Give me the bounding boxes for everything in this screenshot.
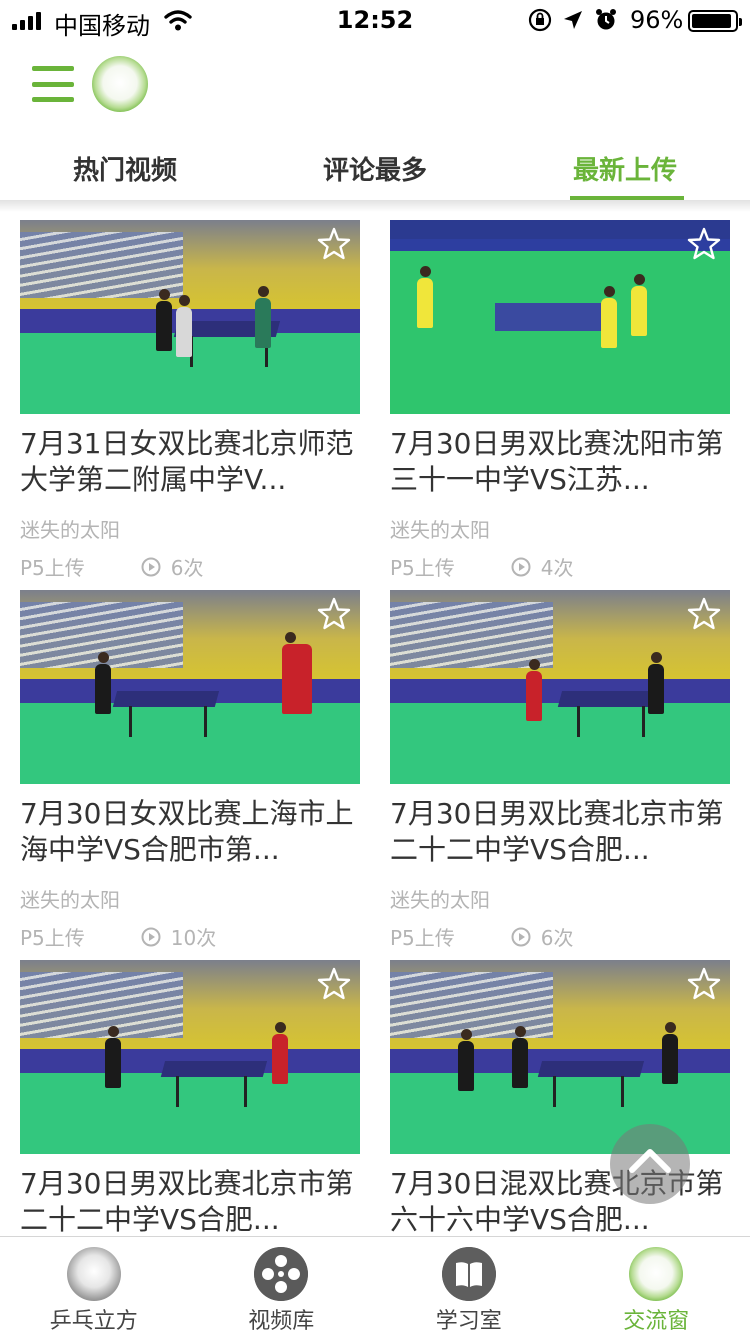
video-author: 迷失的太阳 — [20, 518, 120, 542]
favorite-star-icon[interactable] — [316, 226, 352, 262]
tab-hot-videos[interactable]: 热门视频 — [0, 130, 250, 200]
pingpong-ball-icon — [66, 1247, 121, 1301]
favorite-star-icon[interactable] — [316, 966, 352, 1002]
category-tabs: 热门视频 评论最多 最新上传 — [0, 130, 750, 200]
green-ring-icon — [629, 1247, 684, 1301]
favorite-star-icon[interactable] — [316, 596, 352, 632]
scroll-to-top-button[interactable] — [610, 1124, 690, 1204]
battery-icon — [688, 10, 742, 32]
tab-most-comments[interactable]: 评论最多 — [250, 130, 500, 200]
view-count: 4次 — [540, 556, 574, 580]
logo-icon — [92, 56, 148, 112]
book-icon — [441, 1247, 496, 1301]
bottom-tab-bar: 乒乓立方 视频库 学习室 交流窗 — [0, 1236, 750, 1334]
status-bar: 中国移动 12:52 96% — [0, 0, 750, 40]
tabbar-item-study-room[interactable]: 学习室 — [375, 1237, 563, 1334]
tab-label: 热门视频 — [72, 156, 177, 186]
video-card[interactable]: 7月30日男双比赛北京市第二十二中学VS合肥... — [20, 960, 360, 1235]
video-card[interactable]: 7月30日男双比赛北京市第二十二中学VS合肥... 迷失的太阳 P5上传 6次 — [390, 590, 730, 960]
tab-label: 最新上传 — [572, 156, 677, 186]
location-arrow-icon — [564, 11, 582, 29]
video-title[interactable]: 7月30日男双比赛北京市第二十二中学VS合肥... — [20, 1166, 360, 1235]
favorite-star-icon[interactable] — [686, 226, 722, 262]
video-author: 迷失的太阳 — [390, 888, 490, 912]
tabbar-item-pingpong-cube[interactable]: 乒乓立方 — [0, 1237, 188, 1334]
uploader-label: P5上传 — [20, 926, 85, 950]
alarm-icon — [596, 9, 616, 30]
video-thumbnail[interactable] — [20, 590, 360, 784]
tabbar-label: 交流窗 — [623, 1309, 690, 1334]
favorite-star-icon[interactable] — [686, 966, 722, 1002]
video-title[interactable]: 7月30日男双比赛北京市第二十二中学VS合肥... — [390, 796, 730, 868]
video-title[interactable]: 7月30日男双比赛沈阳市第三十一中学VS江苏... — [390, 426, 730, 498]
tabbar-label: 乒乓立方 — [49, 1309, 138, 1334]
view-count: 10次 — [170, 926, 217, 950]
video-thumbnail[interactable] — [390, 590, 730, 784]
favorite-star-icon[interactable] — [686, 596, 722, 632]
tabbar-item-video-library[interactable]: 视频库 — [188, 1237, 376, 1334]
tabbar-item-exchange-window[interactable]: 交流窗 — [563, 1237, 750, 1334]
play-count-icon — [511, 927, 531, 946]
view-count: 6次 — [170, 556, 204, 580]
video-card[interactable]: 7月30日女双比赛上海市上海中学VS合肥市第... 迷失的太阳 P5上传 10次 — [20, 590, 360, 960]
video-thumbnail[interactable] — [20, 960, 360, 1154]
play-count-icon — [141, 927, 161, 946]
uploader-label: P5上传 — [390, 926, 455, 950]
video-thumbnail[interactable] — [390, 220, 730, 414]
video-title[interactable]: 7月31日女双比赛北京师范大学第二附属中学V... — [20, 426, 360, 498]
app-header — [0, 40, 750, 130]
uploader-label: P5上传 — [390, 556, 455, 580]
video-author: 迷失的太阳 — [20, 888, 120, 912]
video-title[interactable]: 7月30日女双比赛上海市上海中学VS合肥市第... — [20, 796, 360, 868]
tabbar-label: 学习室 — [435, 1309, 502, 1334]
video-author: 迷失的太阳 — [390, 518, 490, 542]
video-card[interactable]: 7月30日男双比赛沈阳市第三十一中学VS江苏... 迷失的太阳 P5上传 4次 — [390, 220, 730, 590]
orientation-lock-icon — [528, 8, 552, 32]
tabbar-label: 视频库 — [248, 1309, 315, 1334]
play-count-icon — [511, 557, 531, 576]
video-card[interactable]: 7月31日女双比赛北京师范大学第二附属中学V... 迷失的太阳 P5上传 6次 — [20, 220, 360, 590]
hamburger-menu-icon[interactable] — [32, 66, 74, 102]
tab-label: 评论最多 — [322, 156, 427, 186]
play-count-icon — [141, 557, 161, 576]
video-grid: 7月31日女双比赛北京师范大学第二附属中学V... 迷失的太阳 P5上传 6次 … — [0, 220, 750, 1235]
tab-latest-uploads[interactable]: 最新上传 — [500, 130, 750, 200]
chevron-up-icon — [629, 1149, 671, 1173]
view-count: 6次 — [540, 926, 574, 950]
battery-percent: 96% — [630, 6, 684, 34]
film-reel-icon — [254, 1247, 309, 1301]
video-thumbnail[interactable] — [20, 220, 360, 414]
uploader-label: P5上传 — [20, 556, 85, 580]
